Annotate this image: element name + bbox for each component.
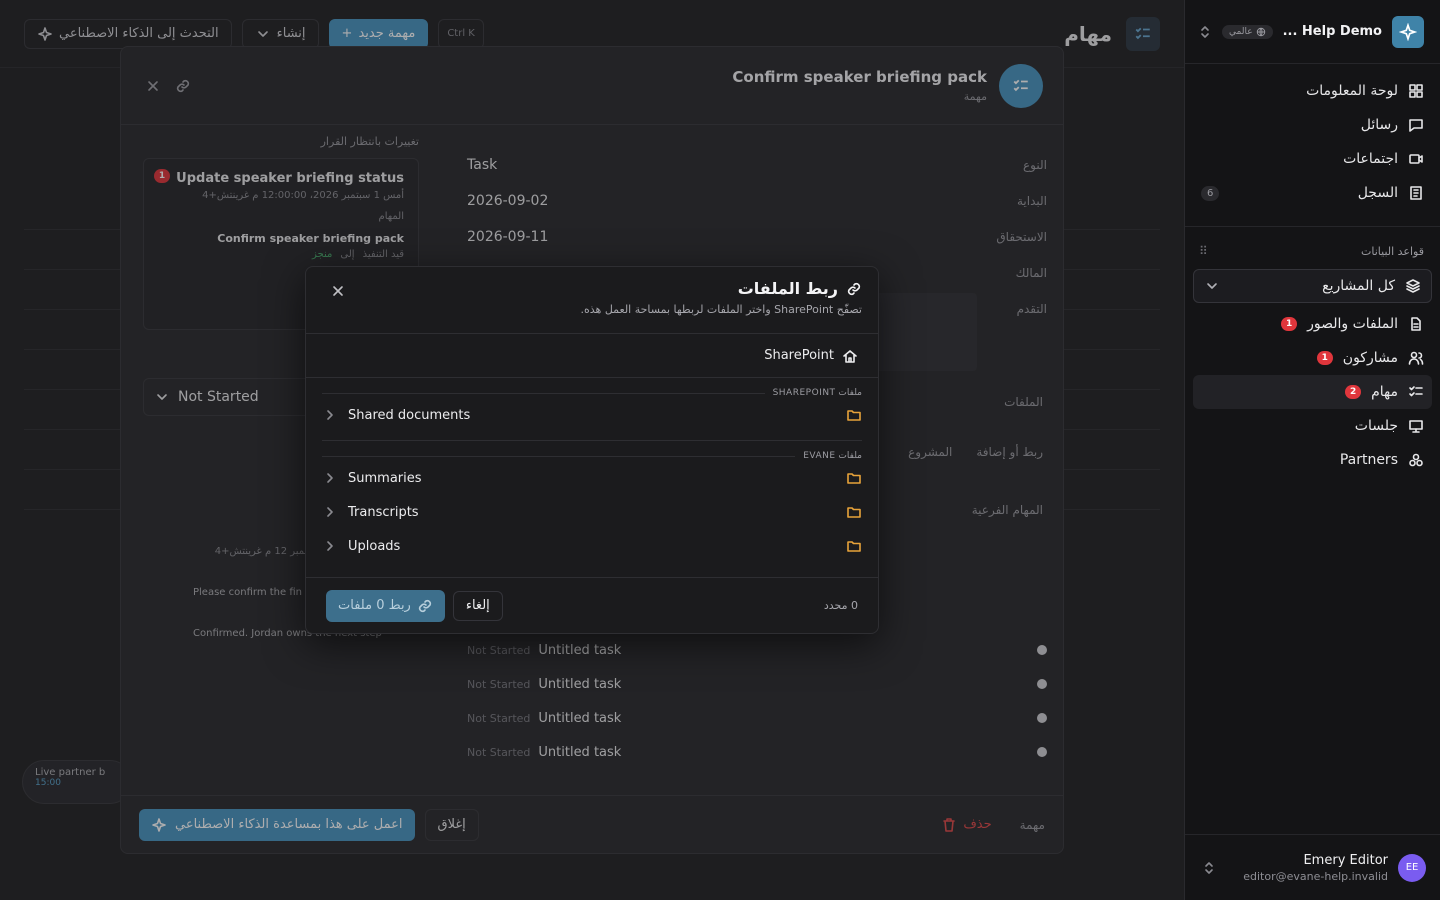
- scope-badge: عالمي: [1222, 24, 1273, 39]
- avatar: EE: [1398, 853, 1426, 882]
- partners-icon: [1408, 452, 1424, 468]
- dialog-subtitle: تصفّح SharePoint واختر الملفات لربطها بم…: [580, 303, 863, 316]
- nav-messages[interactable]: رسائل: [1193, 108, 1432, 142]
- group-sharepoint: ملفات SHAREPOINT: [306, 388, 878, 398]
- drag-handle-icon[interactable]: ⠿: [1199, 244, 1208, 258]
- cancel-button[interactable]: إلغاء: [452, 590, 503, 621]
- selected-count: 0 محدد: [823, 599, 858, 612]
- folder-row[interactable]: Summaries: [306, 461, 878, 495]
- folder-name: Uploads: [348, 538, 401, 554]
- divider: [1185, 226, 1440, 227]
- nav-label: اجتماعات: [1343, 151, 1398, 167]
- chevron-right-icon[interactable]: [322, 538, 338, 554]
- source-label: SharePoint: [764, 348, 834, 363]
- nav-dashboard[interactable]: لوحة المعلومات: [1193, 74, 1432, 108]
- users-icon: [1408, 350, 1424, 366]
- project-select[interactable]: كل المشاريع: [1193, 269, 1432, 303]
- chevron-updown-icon[interactable]: [1197, 24, 1213, 40]
- divider: [322, 455, 796, 457]
- group-label: ملفات EVANE: [803, 451, 862, 461]
- db-badge: 1: [1281, 317, 1298, 331]
- user-email: editor@evane-help.invalid: [1243, 869, 1388, 883]
- project-select-label: كل المشاريع: [1322, 278, 1395, 294]
- folder-icon: [846, 470, 862, 486]
- database-list: الملفات والصور 1 مشاركون 1 مهام 2 جلسات …: [1185, 303, 1440, 481]
- scope-label: عالمي: [1229, 26, 1253, 37]
- file-icon: [1408, 316, 1424, 332]
- folder-icon: [846, 407, 862, 423]
- link-files-button[interactable]: ربط 0 ملفات: [326, 589, 445, 622]
- link-files-label: ربط 0 ملفات: [338, 598, 411, 613]
- presentation-icon: [1408, 418, 1424, 434]
- message-icon: [1408, 117, 1424, 133]
- chevron-down-icon: [1204, 278, 1220, 294]
- nav-meetings[interactable]: اجتماعات: [1193, 142, 1432, 176]
- link-files-dialog: ربط الملفات تصفّح SharePoint واختر الملف…: [305, 266, 879, 634]
- sidebar: Help Demo ... عالمي لوحة المعلومات رسائل…: [1184, 0, 1440, 900]
- folder-name: Summaries: [348, 470, 422, 486]
- chevron-right-icon[interactable]: [322, 470, 338, 486]
- source-sharepoint[interactable]: SharePoint: [306, 334, 878, 378]
- chevron-updown-icon[interactable]: [1201, 860, 1217, 876]
- chevron-right-icon[interactable]: [322, 407, 338, 423]
- tasks-icon: [1408, 384, 1424, 400]
- dashboard-icon: [1408, 83, 1424, 99]
- log-icon: [1408, 185, 1424, 201]
- nav-log[interactable]: السجل 6: [1193, 176, 1432, 210]
- db-partners[interactable]: Partners: [1193, 443, 1432, 477]
- folder-row[interactable]: Uploads: [306, 529, 878, 563]
- folder-icon: [846, 504, 862, 520]
- folder-icon: [846, 538, 862, 554]
- db-participants[interactable]: مشاركون 1: [1193, 341, 1432, 375]
- db-sessions[interactable]: جلسات: [1193, 409, 1432, 443]
- workspace-header[interactable]: Help Demo ... عالمي: [1185, 0, 1440, 64]
- nav-label: السجل: [1357, 185, 1398, 201]
- folder-row[interactable]: Transcripts: [306, 495, 878, 529]
- folder-name: Shared documents: [348, 407, 471, 423]
- db-badge: 2: [1345, 385, 1362, 399]
- chevron-right-icon[interactable]: [322, 504, 338, 520]
- nav-label: رسائل: [1360, 117, 1398, 133]
- link-icon: [417, 598, 433, 614]
- databases-title: قواعد البيانات: [1361, 244, 1424, 258]
- video-icon: [1408, 151, 1424, 167]
- main-nav: لوحة المعلومات رسائل اجتماعات السجل 6: [1185, 64, 1440, 220]
- close-icon[interactable]: [330, 283, 346, 299]
- layers-icon: [1405, 278, 1421, 294]
- db-label: Partners: [1339, 452, 1398, 468]
- nav-label: لوحة المعلومات: [1306, 83, 1398, 99]
- group-evane: ملفات EVANE: [306, 451, 878, 461]
- folder-name: Transcripts: [348, 504, 419, 520]
- dialog-header: ربط الملفات تصفّح SharePoint واختر الملف…: [306, 267, 878, 334]
- db-label: مشاركون: [1342, 350, 1398, 366]
- db-tasks[interactable]: مهام 2: [1193, 375, 1432, 409]
- divider: [322, 392, 765, 394]
- log-count: 6: [1201, 185, 1220, 201]
- dialog-title: ربط الملفات: [737, 279, 838, 298]
- folder-row[interactable]: Shared documents: [306, 398, 878, 432]
- divider: [322, 440, 862, 441]
- home-icon: [842, 348, 858, 364]
- db-label: جلسات: [1354, 418, 1398, 434]
- link-icon: [846, 281, 862, 297]
- db-files[interactable]: الملفات والصور 1: [1193, 307, 1432, 341]
- user-menu[interactable]: EE Emery Editor editor@evane-help.invali…: [1185, 834, 1440, 900]
- workspace-name: Help Demo ...: [1282, 24, 1382, 39]
- workspace-logo-icon: [1392, 15, 1424, 48]
- db-badge: 1: [1316, 351, 1333, 365]
- db-label: مهام: [1371, 384, 1398, 400]
- group-label: ملفات SHAREPOINT: [772, 388, 862, 398]
- db-label: الملفات والصور: [1307, 316, 1398, 332]
- user-name: Emery Editor: [1303, 852, 1388, 868]
- databases-header: قواعد البيانات ⠿: [1185, 233, 1440, 269]
- dialog-footer: 0 محدد إلغاء ربط 0 ملفات: [306, 577, 878, 633]
